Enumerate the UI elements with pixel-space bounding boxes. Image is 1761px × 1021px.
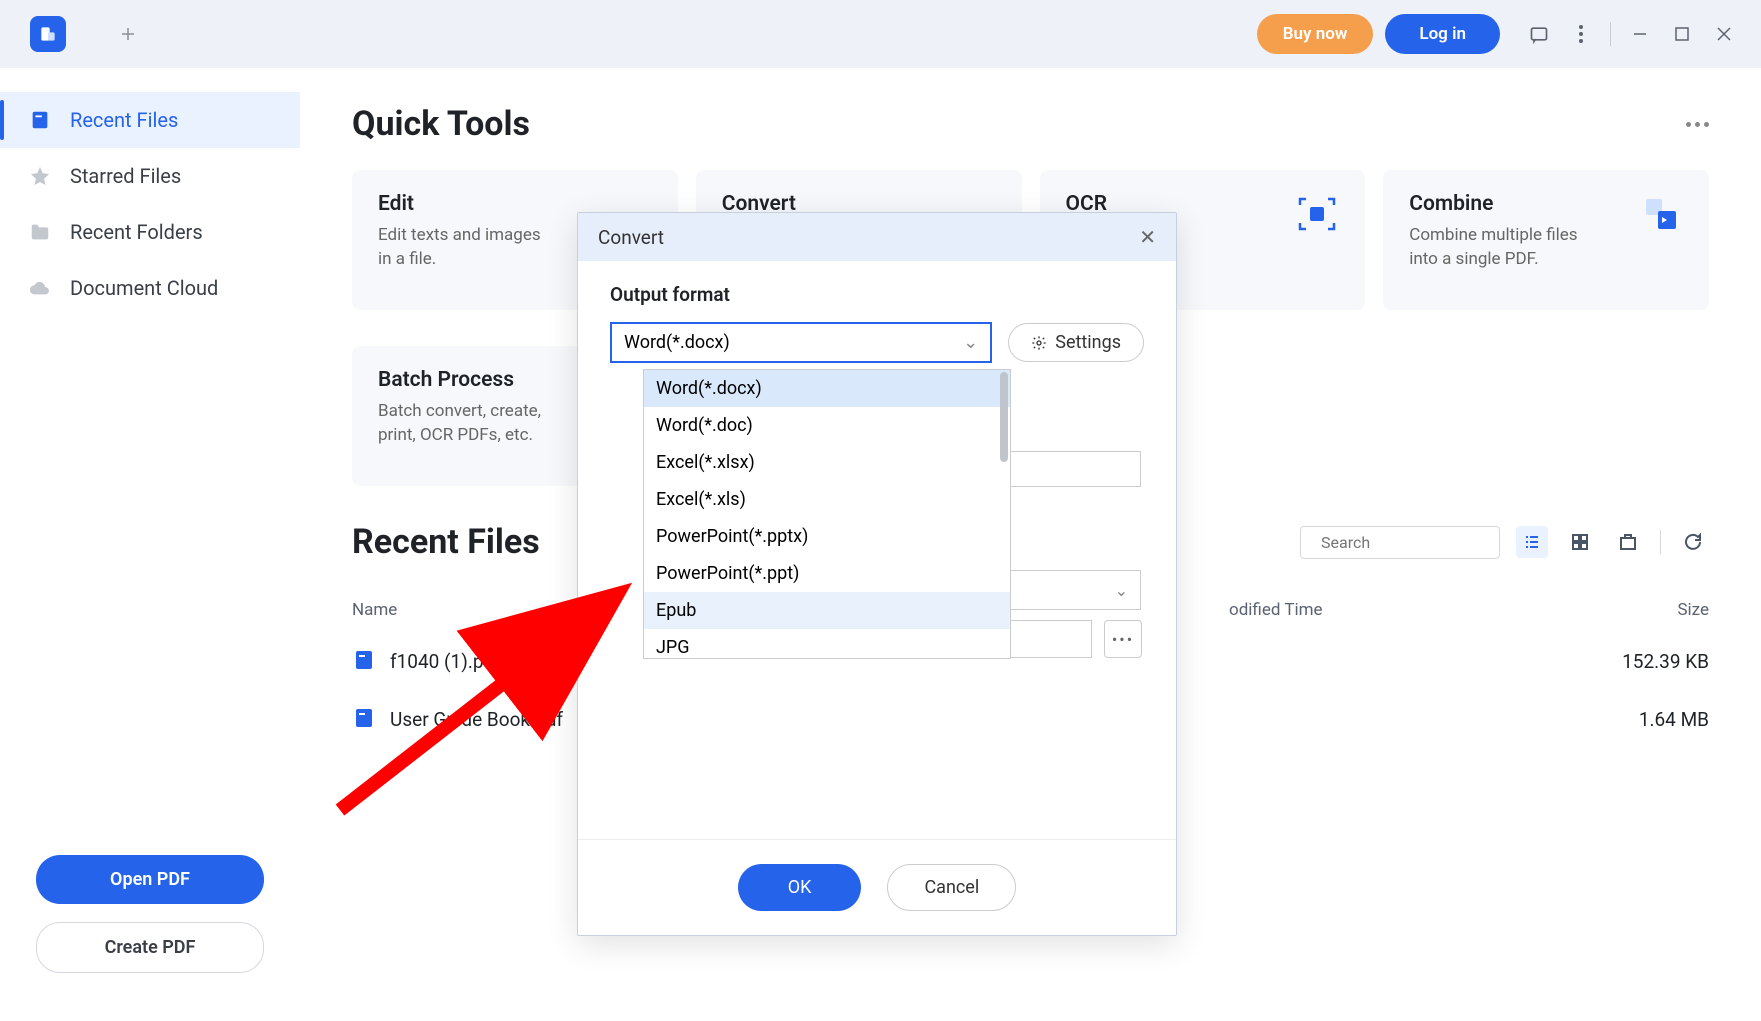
file-icon	[28, 108, 52, 132]
selected-format: Word(*.docx)	[624, 332, 730, 353]
quick-tools-title: Quick Tools	[352, 104, 530, 144]
close-icon[interactable]: ✕	[1139, 225, 1156, 249]
new-tab-button[interactable]	[114, 20, 142, 48]
maximize-button[interactable]	[1671, 23, 1693, 45]
sidebar-item-label: Starred Files	[70, 164, 181, 188]
file-name: f1040 (1).pdf	[390, 650, 501, 673]
tool-desc: Edit texts and images in a file.	[378, 224, 558, 272]
sidebar: Recent Files Starred Files Recent Folder…	[0, 68, 300, 1021]
format-option[interactable]: Word(*.doc)	[644, 407, 1010, 444]
cancel-button[interactable]: Cancel	[887, 864, 1016, 911]
app-logo	[30, 16, 66, 52]
separator	[1610, 22, 1611, 46]
message-icon[interactable]	[1528, 23, 1550, 45]
chevron-down-icon: ⌄	[963, 332, 978, 353]
sidebar-item-label: Recent Folders	[70, 220, 203, 244]
sidebar-item-recent-folders[interactable]: Recent Folders	[0, 204, 300, 260]
folder-icon	[28, 220, 52, 244]
gear-icon	[1031, 335, 1047, 351]
grid-view-icon[interactable]	[1564, 526, 1596, 558]
chevron-down-icon: ⌄	[1115, 581, 1128, 600]
tool-title: Edit	[378, 192, 558, 216]
format-option[interactable]: PowerPoint(*.pptx)	[644, 518, 1010, 555]
ocr-icon: T	[1295, 192, 1339, 236]
sidebar-item-document-cloud[interactable]: Document Cloud	[0, 260, 300, 316]
sidebar-item-starred-files[interactable]: Starred Files	[0, 148, 300, 204]
file-size: 1.64 MB	[1549, 708, 1709, 731]
recent-files-title: Recent Files	[352, 522, 540, 562]
open-pdf-button[interactable]: Open PDF	[36, 855, 264, 904]
separator	[1660, 530, 1661, 554]
dialog-title: Convert	[598, 226, 664, 249]
format-option[interactable]: PowerPoint(*.ppt)	[644, 555, 1010, 592]
file-size: 152.39 KB	[1549, 650, 1709, 673]
sidebar-item-recent-files[interactable]: Recent Files	[0, 92, 300, 148]
output-format-select[interactable]: Word(*.docx) ⌄	[610, 322, 992, 363]
hidden-select[interactable]: ⌄	[994, 570, 1141, 610]
settings-button[interactable]: Settings	[1008, 323, 1144, 362]
file-name: User Guide Book.pdf	[390, 708, 563, 731]
col-time-header: odified Time	[1229, 600, 1549, 620]
titlebar: Buy now Log in	[0, 0, 1761, 68]
more-button[interactable]: •••	[1104, 620, 1142, 658]
pdf-file-icon	[352, 648, 378, 674]
more-icon[interactable]	[1686, 122, 1709, 127]
list-view-icon[interactable]	[1516, 526, 1548, 558]
refresh-icon[interactable]	[1677, 526, 1709, 558]
minimize-button[interactable]	[1629, 23, 1651, 45]
tool-title: Batch Process	[378, 368, 558, 392]
star-icon	[28, 164, 52, 188]
buy-now-button[interactable]: Buy now	[1257, 14, 1374, 54]
box-view-icon[interactable]	[1612, 526, 1644, 558]
ok-button[interactable]: OK	[738, 864, 862, 911]
format-option[interactable]: Excel(*.xls)	[644, 481, 1010, 518]
format-option[interactable]: Word(*.docx)	[644, 370, 1010, 407]
search-box[interactable]	[1300, 526, 1500, 559]
kebab-menu-icon[interactable]	[1570, 23, 1592, 45]
close-button[interactable]	[1713, 23, 1735, 45]
format-option[interactable]: JPG	[644, 629, 1010, 659]
sidebar-item-label: Document Cloud	[70, 276, 218, 300]
tool-desc: Combine multiple files into a single PDF…	[1409, 224, 1589, 272]
cloud-icon	[28, 276, 52, 300]
format-dropdown: Word(*.docx) Word(*.doc) Excel(*.xlsx) E…	[643, 369, 1011, 659]
tool-title: Combine	[1409, 192, 1589, 216]
svg-text:T: T	[1314, 210, 1320, 221]
sidebar-item-label: Recent Files	[70, 108, 178, 132]
scrollbar[interactable]	[1000, 372, 1008, 462]
create-pdf-button[interactable]: Create PDF	[36, 922, 264, 973]
output-format-label: Output format	[610, 283, 1144, 306]
search-input[interactable]	[1321, 533, 1524, 552]
pdf-file-icon	[352, 706, 378, 732]
col-size-header: Size	[1549, 600, 1709, 620]
format-option[interactable]: Excel(*.xlsx)	[644, 444, 1010, 481]
tool-card-combine[interactable]: Combine Combine multiple files into a si…	[1383, 170, 1709, 310]
hidden-input[interactable]	[994, 451, 1141, 487]
login-button[interactable]: Log in	[1385, 14, 1500, 54]
format-option[interactable]: Epub	[644, 592, 1010, 629]
tool-desc: Batch convert, create, print, OCR PDFs, …	[378, 400, 558, 448]
combine-icon	[1639, 192, 1683, 236]
